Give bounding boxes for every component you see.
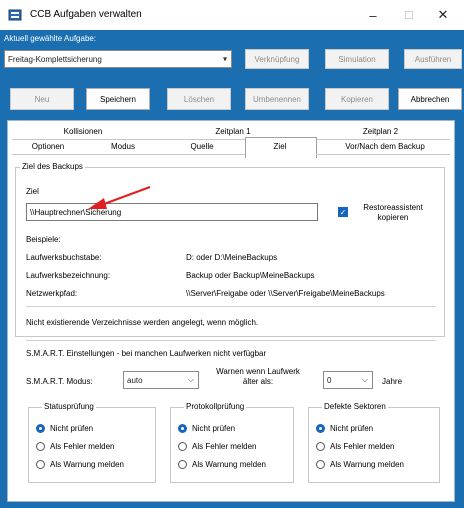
red-arrow-annotation: [88, 185, 151, 209]
dialog-window: CCB Aufgaben verwalten – ☐ ✕ Aktuell gew…: [0, 0, 464, 508]
